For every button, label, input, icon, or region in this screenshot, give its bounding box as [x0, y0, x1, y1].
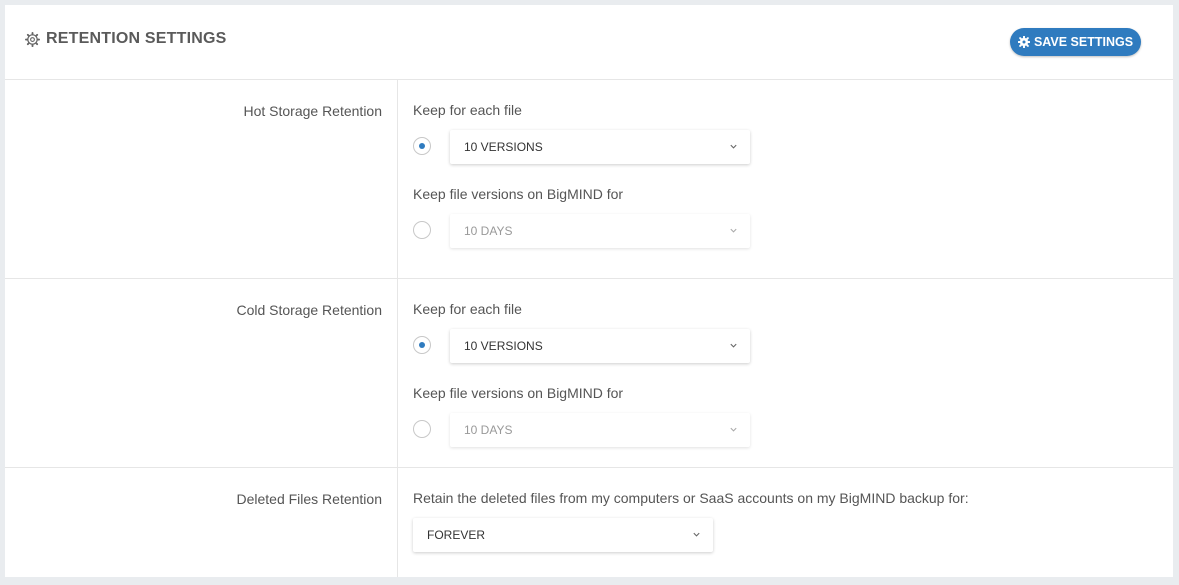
cold-storage-label: Cold Storage Retention — [236, 302, 382, 318]
deleted-files-select[interactable]: FOREVER — [413, 518, 713, 552]
chevron-down-icon — [730, 144, 737, 149]
deleted-files-section: Deleted Files Retention Retain the delet… — [5, 468, 1173, 577]
chevron-down-icon — [693, 532, 700, 537]
hot-days-radio[interactable] — [413, 221, 431, 239]
cold-versions-label: Keep for each file — [413, 301, 522, 317]
retention-settings-panel: RETENTION SETTINGS SAVE SETTINGS Hot Sto… — [5, 5, 1173, 577]
hot-versions-value: 10 VERSIONS — [464, 140, 543, 154]
hot-days-label: Keep file versions on BigMIND for — [413, 186, 624, 202]
hot-versions-label: Keep for each file — [413, 102, 522, 118]
hot-storage-label: Hot Storage Retention — [243, 103, 382, 119]
hot-storage-section: Hot Storage Retention Keep for each file… — [5, 80, 1173, 279]
save-settings-label: SAVE SETTINGS — [1033, 35, 1134, 49]
gear-icon — [1017, 35, 1031, 49]
deleted-files-description: Retain the deleted files from my compute… — [413, 490, 969, 506]
cold-versions-radio[interactable] — [413, 336, 431, 354]
hot-days-select[interactable]: 10 DAYS — [450, 214, 750, 248]
cold-versions-select[interactable]: 10 VERSIONS — [450, 329, 750, 363]
save-settings-button[interactable]: SAVE SETTINGS — [1010, 28, 1141, 56]
cold-versions-value: 10 VERSIONS — [464, 339, 543, 353]
chevron-down-icon — [730, 228, 737, 233]
cold-days-label: Keep file versions on BigMIND for — [413, 385, 624, 401]
cold-days-select[interactable]: 10 DAYS — [450, 413, 750, 447]
panel-header: RETENTION SETTINGS SAVE SETTINGS — [5, 5, 1173, 80]
hot-versions-select[interactable]: 10 VERSIONS — [450, 130, 750, 164]
chevron-down-icon — [730, 343, 737, 348]
cold-days-radio[interactable] — [413, 420, 431, 438]
deleted-files-label: Deleted Files Retention — [236, 491, 382, 507]
page-title-text: RETENTION SETTINGS — [46, 30, 227, 47]
chevron-down-icon — [730, 427, 737, 432]
page-title: RETENTION SETTINGS — [25, 30, 227, 48]
cold-storage-section: Cold Storage Retention Keep for each fil… — [5, 279, 1173, 468]
hot-days-value: 10 DAYS — [464, 224, 513, 238]
cold-days-value: 10 DAYS — [464, 423, 513, 437]
deleted-files-value: FOREVER — [427, 528, 486, 542]
hot-versions-radio[interactable] — [413, 137, 431, 155]
gear-icon — [25, 31, 40, 47]
